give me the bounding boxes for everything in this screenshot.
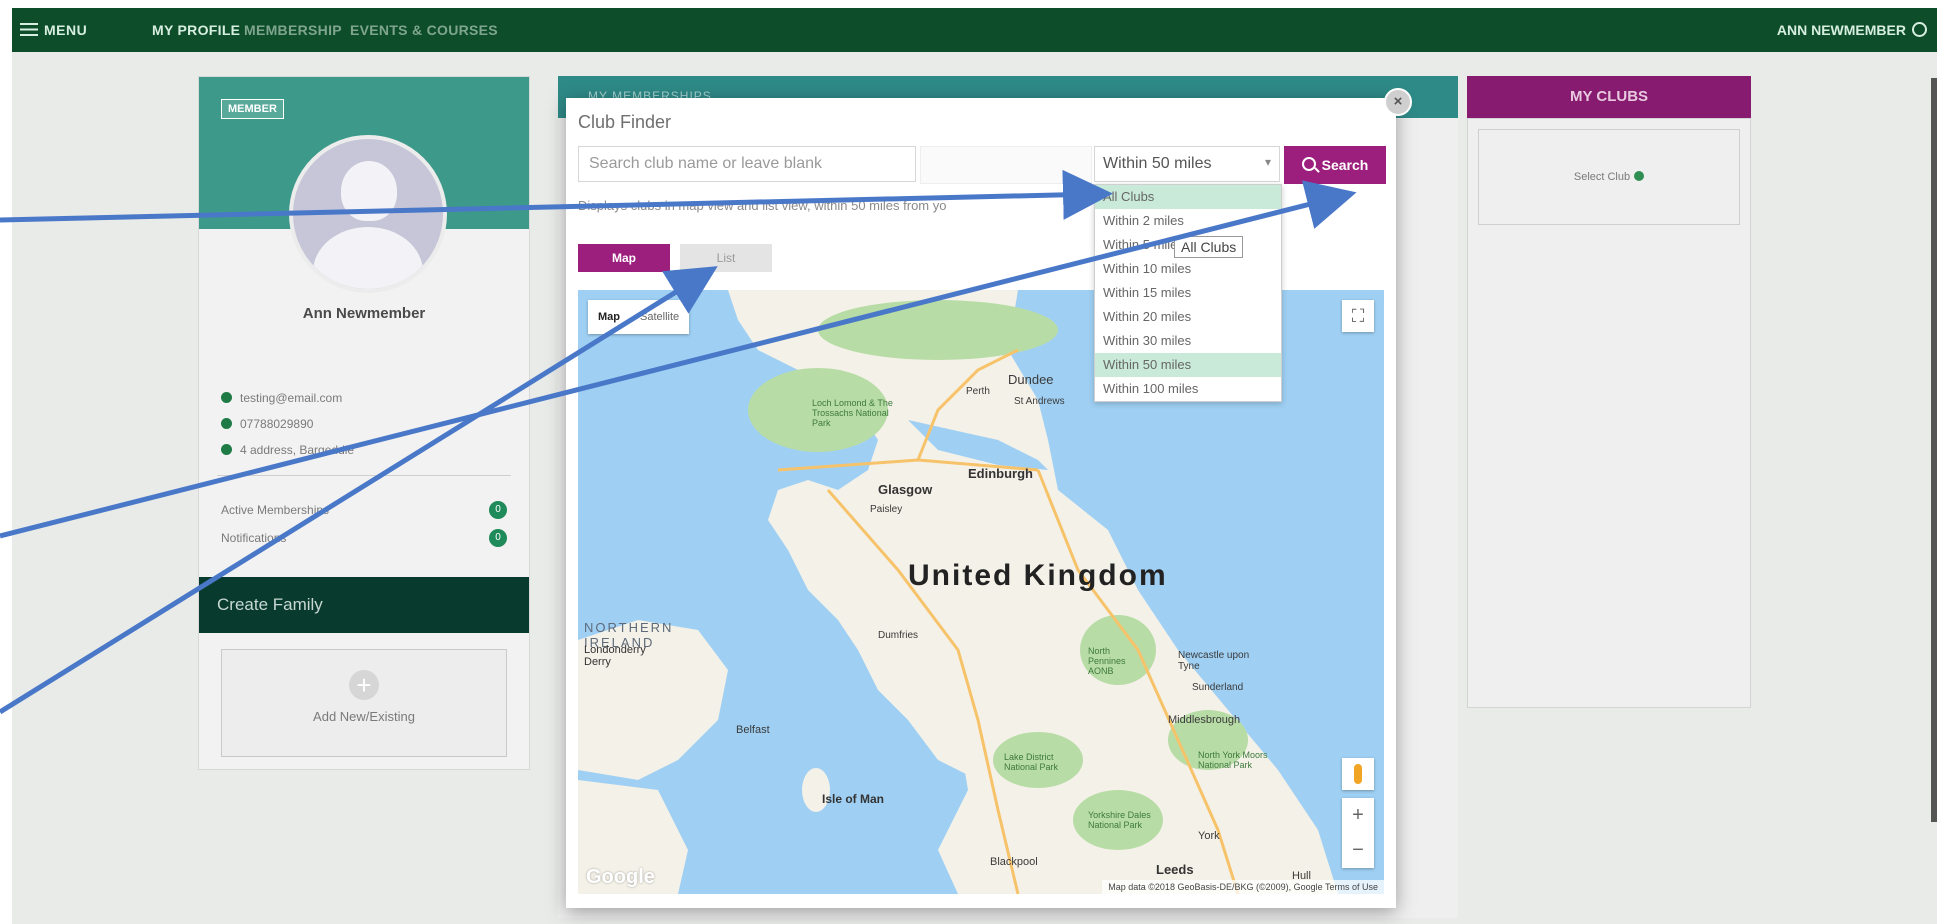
arrow-to-search-button	[0, 180, 1357, 539]
arrow-to-dropdown	[0, 169, 1113, 223]
arrow-to-list-tab	[0, 266, 718, 715]
annotation-arrows	[0, 169, 1357, 715]
